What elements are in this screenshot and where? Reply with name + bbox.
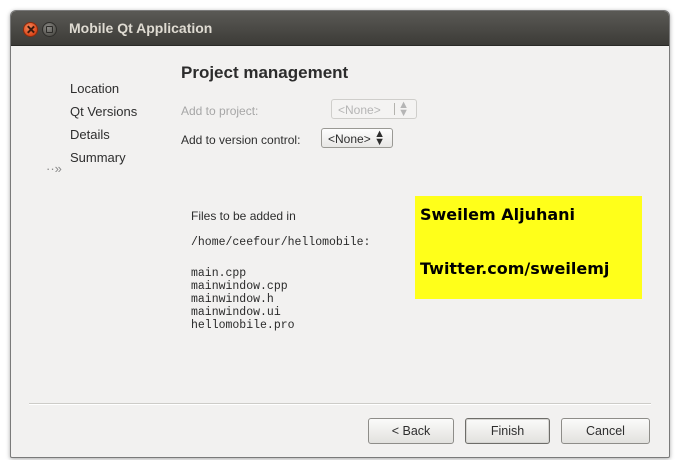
sidebar-item-summary: Summary — [70, 150, 126, 165]
cancel-button[interactable]: Cancel — [561, 418, 650, 444]
add-to-project-value: <None> — [338, 103, 381, 117]
finish-button[interactable]: Finish — [465, 418, 550, 444]
file-item: mainwindow.cpp — [191, 280, 288, 293]
title-bar: Mobile Qt Application — [11, 11, 669, 46]
version-control-value: <None> — [328, 132, 371, 146]
combo-separator — [394, 103, 395, 115]
current-step-arrow-icon: ··» — [46, 161, 62, 176]
file-item: hellomobile.pro — [191, 319, 295, 332]
up-down-arrows-icon: ▲ ▼ — [398, 99, 409, 119]
sidebar-item-qt-versions: Qt Versions — [70, 104, 138, 119]
back-button[interactable]: < Back — [368, 418, 454, 444]
file-item: mainwindow.h — [191, 293, 274, 306]
files-heading: Files to be added in — [191, 209, 296, 223]
page-title: Project management — [181, 63, 349, 82]
add-to-project-label: Add to project: — [181, 104, 259, 118]
file-item: main.cpp — [191, 267, 247, 280]
sidebar-item-details: Details — [70, 127, 110, 142]
watermark-overlay: Sweilem Aljuhani Twitter.com/sweilemj — [415, 196, 642, 299]
window-title: Mobile Qt Application — [69, 20, 213, 36]
minimize-window-icon[interactable] — [42, 22, 57, 37]
close-window-icon[interactable] — [23, 22, 38, 37]
add-to-version-control-label: Add to version control: — [181, 133, 301, 147]
overlay-twitter-handle: Twitter.com/sweilemj — [420, 259, 610, 278]
file-item: mainwindow.ui — [191, 306, 281, 319]
add-to-version-control-select[interactable]: <None> ▲ ▼ — [321, 128, 393, 148]
up-down-arrows-icon: ▲ ▼ — [374, 128, 385, 148]
add-to-project-select: <None> ▲ ▼ — [331, 99, 417, 119]
button-divider — [29, 403, 651, 405]
wizard-window: Mobile Qt Application Location Qt Versio… — [10, 10, 670, 458]
sidebar-item-location: Location — [70, 81, 120, 96]
target-directory: /home/ceefour/hellomobile: — [191, 236, 371, 249]
overlay-author-name: Sweilem Aljuhani — [420, 205, 576, 224]
